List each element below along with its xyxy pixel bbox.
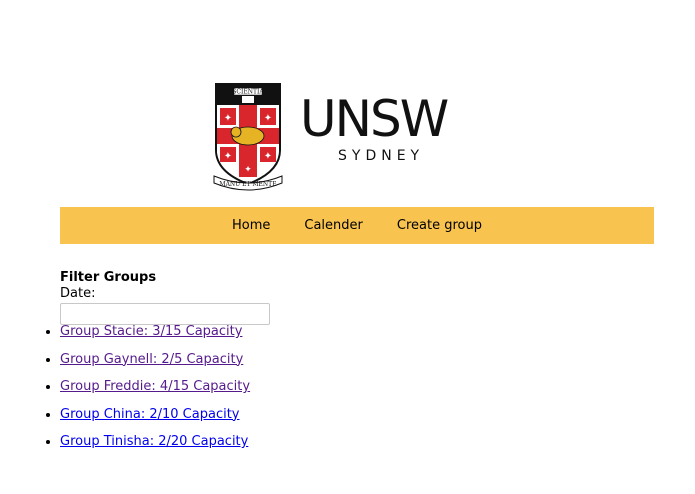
list-item: Group Gaynell: 2/5 Capacity: [60, 349, 250, 377]
svg-text:✦: ✦: [264, 113, 272, 124]
nav-calender-link[interactable]: Calender: [304, 218, 363, 233]
list-item: Group China: 2/10 Capacity: [60, 404, 250, 432]
list-item: Group Stacie: 3/15 Capacity: [60, 321, 250, 349]
svg-text:✦: ✦: [224, 113, 232, 124]
svg-text:✦: ✦: [244, 165, 252, 175]
svg-text:✦: ✦: [224, 151, 232, 162]
unsw-crest-icon: SCIENTIA ✦ ✦ ✦ ✦ ✦ MANU ET MENTE: [213, 83, 283, 191]
filter-title: Filter Groups: [60, 270, 157, 285]
group-link-gaynell[interactable]: Group Gaynell: 2/5 Capacity: [60, 352, 243, 367]
group-list: Group Stacie: 3/15 Capacity Group Gaynel…: [0, 321, 250, 459]
group-link-china[interactable]: Group China: 2/10 Capacity: [60, 407, 240, 422]
group-link-freddie[interactable]: Group Freddie: 4/15 Capacity: [60, 379, 250, 394]
crest-scroll-text: SCIENTIA: [232, 89, 264, 96]
main-navbar: Home Calender Create group: [60, 207, 654, 244]
group-link-tinisha[interactable]: Group Tinisha: 2/20 Capacity: [60, 434, 248, 449]
wordmark-unsw: UNSW: [300, 90, 449, 148]
list-item: Group Tinisha: 2/20 Capacity: [60, 431, 250, 459]
list-item: Group Freddie: 4/15 Capacity: [60, 376, 250, 404]
unsw-logo: SCIENTIA ✦ ✦ ✦ ✦ ✦ MANU ET MENTE UNSW SY…: [212, 80, 472, 192]
nav-create-group-link[interactable]: Create group: [397, 218, 482, 233]
group-link-stacie[interactable]: Group Stacie: 3/15 Capacity: [60, 324, 242, 339]
unsw-wordmark: UNSW SYDNEY: [300, 90, 449, 164]
nav-home-link[interactable]: Home: [232, 218, 270, 233]
wordmark-sydney: SYDNEY: [338, 148, 425, 164]
date-label: Date:: [60, 286, 96, 301]
filter-groups-section: Filter Groups Date:: [60, 270, 270, 325]
crest-motto: MANU ET MENTE: [219, 181, 276, 188]
svg-text:✦: ✦: [264, 151, 272, 162]
